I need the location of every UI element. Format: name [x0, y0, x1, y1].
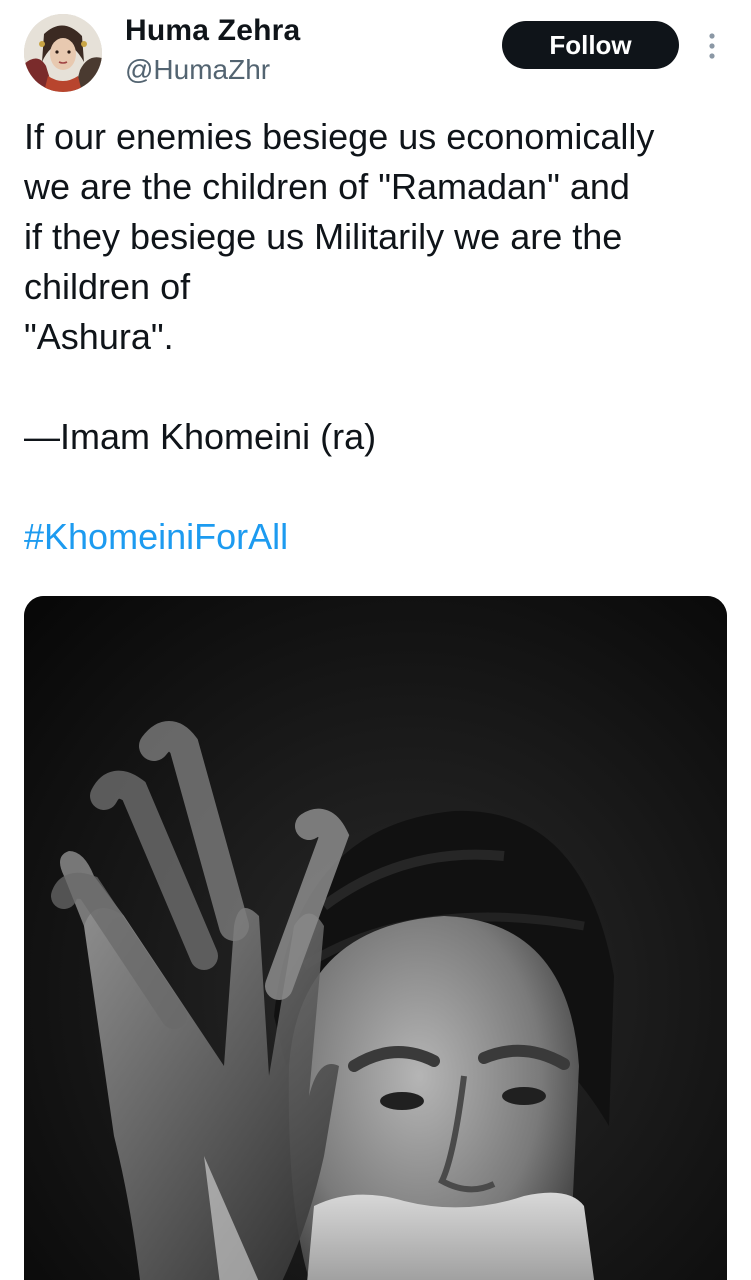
author-display-name[interactable]: Huma Zehra	[125, 14, 300, 48]
tweet-text-line: If our enemies besiege us economically	[24, 116, 655, 157]
tweet-header: Huma Zehra @HumaZhr Follow	[0, 0, 751, 100]
portrait-photo	[24, 596, 727, 1280]
tweet-attribution: —Imam Khomeini (ra)	[24, 416, 377, 457]
tweet-text-line: we are the children of "Ramadan" and	[24, 166, 630, 207]
more-options-button[interactable]	[700, 28, 724, 64]
tweet-text-line: if they besiege us Militarily we are the	[24, 216, 623, 257]
follow-button[interactable]: Follow	[502, 21, 679, 69]
tweet-view: Huma Zehra @HumaZhr Follow If our enemie…	[0, 0, 751, 1280]
tweet-media-image[interactable]	[24, 596, 727, 1280]
more-vertical-icon	[709, 33, 715, 59]
avatar-image	[24, 14, 102, 92]
hashtag-link[interactable]: #KhomeiniForAll	[24, 512, 734, 562]
author-handle[interactable]: @HumaZhr	[125, 54, 270, 86]
tweet-text-line: "Ashura".	[24, 316, 174, 357]
author-avatar[interactable]	[24, 14, 102, 92]
tweet-text: If our enemies besiege us economically w…	[24, 112, 734, 562]
tweet-text-line: children of	[24, 266, 191, 307]
